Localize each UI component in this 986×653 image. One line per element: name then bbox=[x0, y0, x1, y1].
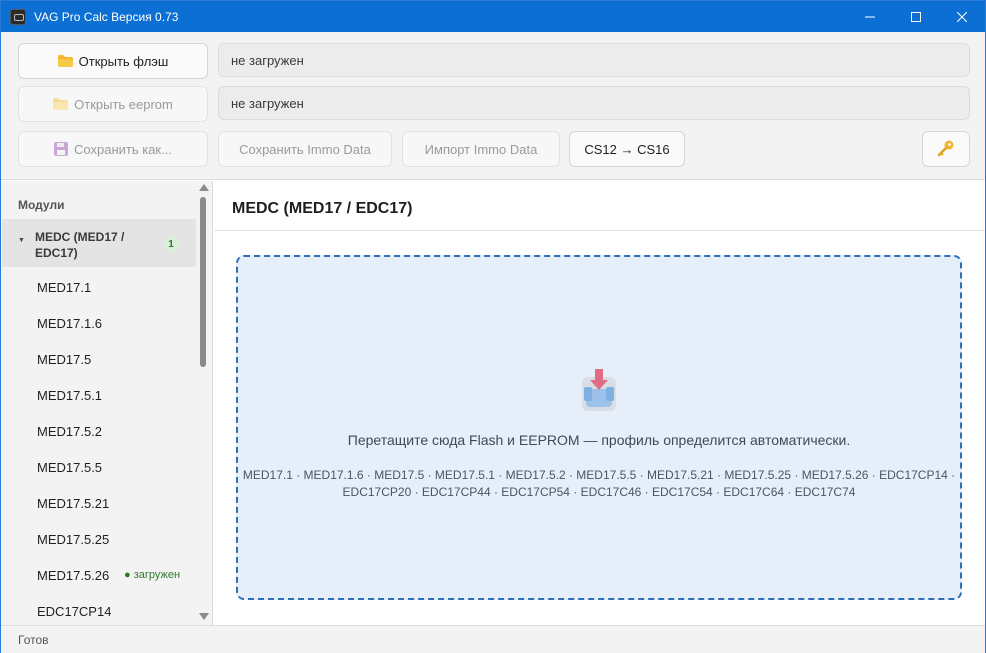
window-controls bbox=[847, 1, 985, 32]
floppy-disk-icon bbox=[54, 142, 69, 156]
folder-icon bbox=[53, 98, 69, 110]
caret-down-icon: ▼ bbox=[18, 237, 25, 244]
supported-modules-list: MED17.1 · MED17.1.6 · MED17.5 · MED17.5.… bbox=[240, 467, 958, 501]
sidebar-item[interactable]: MED17.5 bbox=[1, 341, 195, 377]
import-immo-label: Импорт Immo Data bbox=[424, 141, 538, 157]
sidebar-group-label: MEDC (MED17 / EDC17) bbox=[35, 230, 125, 260]
maximize-icon bbox=[911, 11, 921, 22]
save-immo-label: Сохранить Immo Data bbox=[239, 141, 371, 157]
sidebar-item[interactable]: EDC17CP14 bbox=[1, 593, 195, 625]
sidebar-item-label: MED17.5.26 bbox=[37, 567, 110, 583]
app-window: VAG Pro Calc Версия 0.73 Открыть флэш не… bbox=[0, 0, 986, 653]
eeprom-status-field: не загружен bbox=[218, 86, 970, 120]
download-tray-icon bbox=[581, 369, 617, 416]
status-text: Готов bbox=[18, 632, 49, 647]
sidebar-item-label: MED17.1.6 bbox=[37, 315, 103, 331]
sidebar-item-label: MED17.5.2 bbox=[37, 423, 103, 439]
key-icon bbox=[937, 139, 955, 160]
cs-convert-label: CS12 → CS16 bbox=[584, 141, 670, 157]
close-icon bbox=[957, 11, 967, 22]
flash-status-text: не загружен bbox=[231, 52, 304, 68]
page-title: MEDC (MED17 / EDC17) bbox=[232, 200, 413, 217]
sidebar-item-label: MED17.5.1 bbox=[37, 387, 103, 403]
cs-convert-button[interactable]: CS12 → CS16 bbox=[569, 131, 685, 167]
main-panel: MEDC (MED17 / EDC17) Перетащите сюда Fla… bbox=[214, 181, 985, 625]
toolbar: Открыть флэш не загружен Открыть eeprom … bbox=[1, 32, 985, 180]
save-as-button[interactable]: Сохранить как... bbox=[18, 131, 208, 167]
divider bbox=[214, 230, 985, 231]
dropzone-instructions: Перетащите сюда Flash и EEPROM — профиль… bbox=[347, 432, 851, 448]
open-flash-button[interactable]: Открыть флэш bbox=[18, 43, 208, 79]
flash-status-field: не загружен bbox=[218, 43, 970, 77]
save-immo-button[interactable]: Сохранить Immo Data bbox=[218, 131, 392, 167]
sidebar-item-label: MED17.5.21 bbox=[37, 495, 110, 511]
sidebar-item-label: MED17.5.25 bbox=[37, 531, 110, 547]
sidebar-header: Модули bbox=[18, 198, 65, 212]
sidebar-item[interactable]: MED17.5.2 bbox=[1, 413, 195, 449]
scroll-up-arrow-icon[interactable] bbox=[199, 184, 209, 191]
sidebar-group-medc[interactable]: ▼ MEDC (MED17 / EDC17) 1 bbox=[2, 219, 196, 267]
scroll-down-arrow-icon[interactable] bbox=[199, 613, 209, 620]
status-bar: Готов bbox=[1, 625, 985, 653]
import-immo-button[interactable]: Импорт Immo Data bbox=[402, 131, 560, 167]
app-icon bbox=[10, 8, 26, 25]
sidebar-item-label: MED17.5 bbox=[37, 351, 92, 367]
window-title: VAG Pro Calc Версия 0.73 bbox=[34, 9, 179, 24]
sidebar-item[interactable]: MED17.5.5 bbox=[1, 449, 195, 485]
title-bar[interactable]: VAG Pro Calc Версия 0.73 bbox=[1, 1, 985, 32]
supported-modules-line-1: MED17.1 · MED17.1.6 · MED17.5 · MED17.5.… bbox=[242, 468, 956, 482]
sidebar-item[interactable]: MED17.5.26 ● загружен bbox=[1, 557, 195, 593]
key-button[interactable] bbox=[922, 131, 970, 167]
sidebar-item-label: MED17.1 bbox=[37, 279, 92, 295]
count-badge: 1 bbox=[163, 236, 179, 252]
sidebar-item-label: MED17.5.5 bbox=[37, 459, 103, 475]
save-as-label: Сохранить как... bbox=[74, 141, 172, 157]
scrollbar-thumb[interactable] bbox=[200, 197, 206, 367]
folder-icon bbox=[57, 55, 73, 67]
minimize-icon bbox=[865, 16, 875, 17]
eeprom-status-text: не загружен bbox=[231, 95, 304, 111]
sidebar-item[interactable]: MED17.1.6 bbox=[1, 305, 195, 341]
file-dropzone[interactable]: Перетащите сюда Flash и EEPROM — профиль… bbox=[236, 255, 962, 600]
open-eeprom-button[interactable]: Открыть eeprom bbox=[18, 86, 208, 122]
modules-sidebar: Модули ▼ MEDC (MED17 / EDC17) 1 MED17.1 … bbox=[1, 181, 213, 625]
minimize-button[interactable] bbox=[847, 1, 893, 32]
sidebar-item[interactable]: MED17.5.1 bbox=[1, 377, 195, 413]
sidebar-item[interactable]: MED17.5.21 bbox=[1, 485, 195, 521]
open-eeprom-label: Открыть eeprom bbox=[74, 96, 173, 112]
open-flash-label: Открыть флэш bbox=[78, 53, 169, 69]
close-button[interactable] bbox=[939, 1, 985, 32]
sidebar-item[interactable]: MED17.5.25 bbox=[1, 521, 195, 557]
sidebar-item[interactable]: MED17.1 bbox=[1, 269, 195, 305]
sidebar-item-label: EDC17CP14 bbox=[37, 603, 112, 619]
maximize-button[interactable] bbox=[893, 1, 939, 32]
supported-modules-line-2: EDC17CP20 · EDC17CP44 · EDC17CP54 · EDC1… bbox=[342, 485, 856, 499]
loaded-status: ● загружен bbox=[124, 569, 181, 581]
